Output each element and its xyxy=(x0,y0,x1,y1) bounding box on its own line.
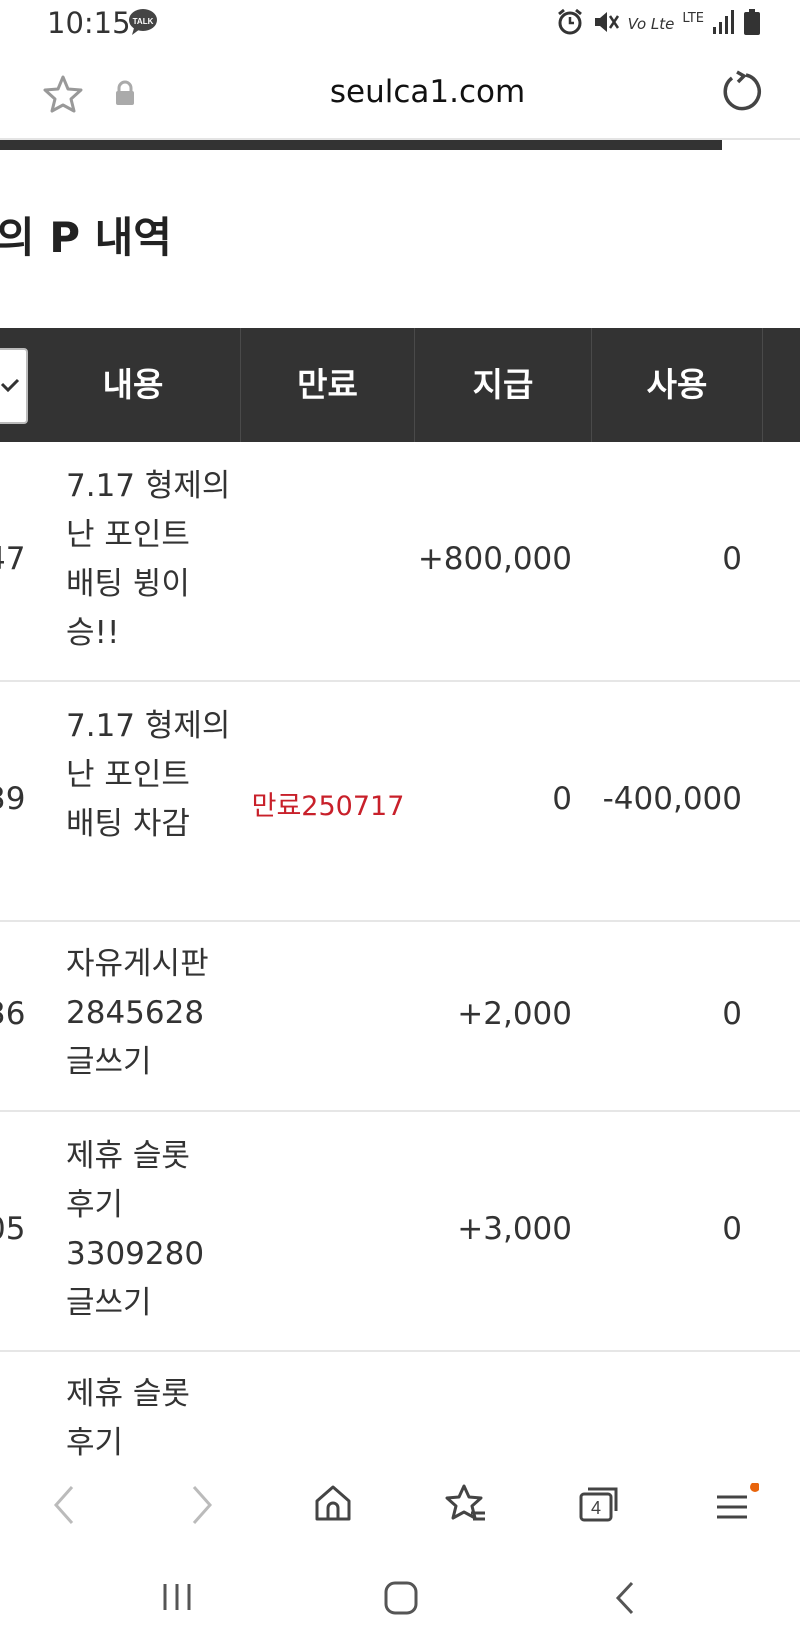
table-row: 47 7.17 형제의 난 포인트 배팅 뷩이 승!! +800,000 0 xyxy=(0,442,800,682)
volte-icon: Vo Lte xyxy=(627,15,675,33)
row-give: +2,000 xyxy=(457,996,572,1032)
browser-toolbar: 4 xyxy=(0,1465,800,1545)
header-divider xyxy=(762,328,763,442)
menu-icon[interactable] xyxy=(713,1482,760,1529)
row-content[interactable]: 제휴 슬롯 후기 3309280 글쓰기 xyxy=(66,1132,231,1328)
battery-icon xyxy=(744,9,760,39)
row-use: -400,000 xyxy=(602,781,742,817)
signal-icon xyxy=(712,9,736,39)
row-content[interactable]: 7.17 형제의 난 포인트 배팅 뷩이 승!! xyxy=(66,462,231,658)
kakaotalk-icon: TALK xyxy=(128,8,158,40)
notification-dot xyxy=(750,1482,760,1492)
row-give: 0 xyxy=(552,781,572,817)
table-header: 내용 만료 지급 사용 xyxy=(0,328,800,442)
table-row: 36 자유게시판 2845628 글쓰기 +2,000 0 xyxy=(0,922,800,1112)
row-give: +3,000 xyxy=(457,1211,572,1247)
row-id: 39 xyxy=(0,781,26,817)
forward-icon[interactable] xyxy=(186,1483,216,1531)
bookmarks-icon[interactable] xyxy=(445,1483,487,1529)
row-content[interactable]: 7.17 형제의 난 포인트 배팅 차감 xyxy=(66,702,231,849)
table-row: 05 제휴 슬롯 후기 3309280 글쓰기 +3,000 0 xyxy=(0,1112,800,1352)
header-use[interactable]: 사용 xyxy=(592,328,762,442)
tab-count: 4 xyxy=(591,1498,601,1518)
row-use: 0 xyxy=(722,996,742,1032)
row-use: 0 xyxy=(722,541,742,577)
row-give: +800,000 xyxy=(417,541,572,577)
page-load-progress xyxy=(0,140,722,150)
points-table: 내용 만료 지급 사용 47 7.17 형제의 난 포인트 배팅 뷩이 승!! … xyxy=(0,328,800,1552)
select-all-checkbox[interactable] xyxy=(0,348,28,424)
back-icon[interactable] xyxy=(50,1483,80,1531)
alarm-icon xyxy=(556,8,584,40)
url-bar: seulca1.com xyxy=(0,48,800,140)
row-expire: 만료250717 xyxy=(251,791,405,822)
header-content[interactable]: 내용 xyxy=(26,328,240,442)
row-content[interactable]: 자유게시판 2845628 글쓰기 xyxy=(66,940,231,1087)
row-id: 47 xyxy=(0,541,26,577)
recents-icon[interactable] xyxy=(160,1580,194,1618)
reload-icon[interactable] xyxy=(720,70,762,116)
page-title: 의 P 내역 xyxy=(0,213,172,262)
header-give[interactable]: 지급 xyxy=(415,328,591,442)
status-icons: Vo Lte LTE xyxy=(556,8,760,40)
url-text[interactable]: seulca1.com xyxy=(0,74,800,110)
row-id: 05 xyxy=(0,1211,26,1247)
talk-badge: TALK xyxy=(133,17,154,26)
status-time: 10:15 xyxy=(47,6,131,40)
row-use: 0 xyxy=(722,1211,742,1247)
home-button-icon[interactable] xyxy=(383,1580,419,1620)
system-nav-bar xyxy=(0,1560,800,1645)
mute-icon xyxy=(592,8,620,40)
table-row: 39 7.17 형제의 난 포인트 배팅 차감 만료250717 0 -400,… xyxy=(0,682,800,922)
row-content[interactable]: 제휴 슬롯 후기 xyxy=(66,1370,231,1468)
status-bar: 10:15 TALK Vo Lte LTE xyxy=(0,0,800,48)
row-id: 36 xyxy=(0,996,26,1032)
header-expire[interactable]: 만료 xyxy=(241,328,414,442)
system-back-icon[interactable] xyxy=(612,1580,638,1620)
home-icon[interactable] xyxy=(313,1483,353,1527)
tabs-icon[interactable]: 4 xyxy=(578,1483,620,1527)
lte-icon: LTE xyxy=(682,10,704,26)
